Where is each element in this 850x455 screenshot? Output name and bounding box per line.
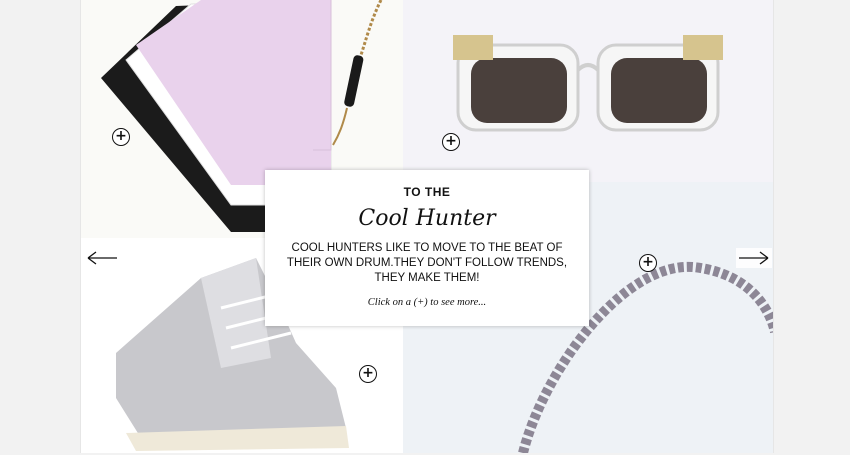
card-kicker: TO THE (403, 185, 451, 199)
clutch-expand-button[interactable]: + (112, 128, 130, 146)
sunglasses-expand-button[interactable]: + (442, 133, 460, 151)
prev-button[interactable] (84, 248, 120, 268)
arrow-right-icon (739, 251, 769, 265)
intro-card: TO THE Cool Hunter COOL HUNTERS LIKE TO … (265, 170, 589, 326)
card-body: COOL HUNTERS LIKE TO MOVE TO THE BEAT OF… (286, 242, 568, 284)
card-hint: Click on a (+) to see more... (367, 297, 487, 308)
card-title: Cool Hunter (358, 206, 496, 231)
necklace-expand-button[interactable]: + (639, 254, 657, 272)
next-button[interactable] (736, 248, 772, 268)
sunglasses-tile (403, 0, 773, 182)
arrow-left-icon (87, 251, 117, 265)
sunglasses-image (453, 35, 723, 132)
sneakers-expand-button[interactable]: + (359, 365, 377, 383)
